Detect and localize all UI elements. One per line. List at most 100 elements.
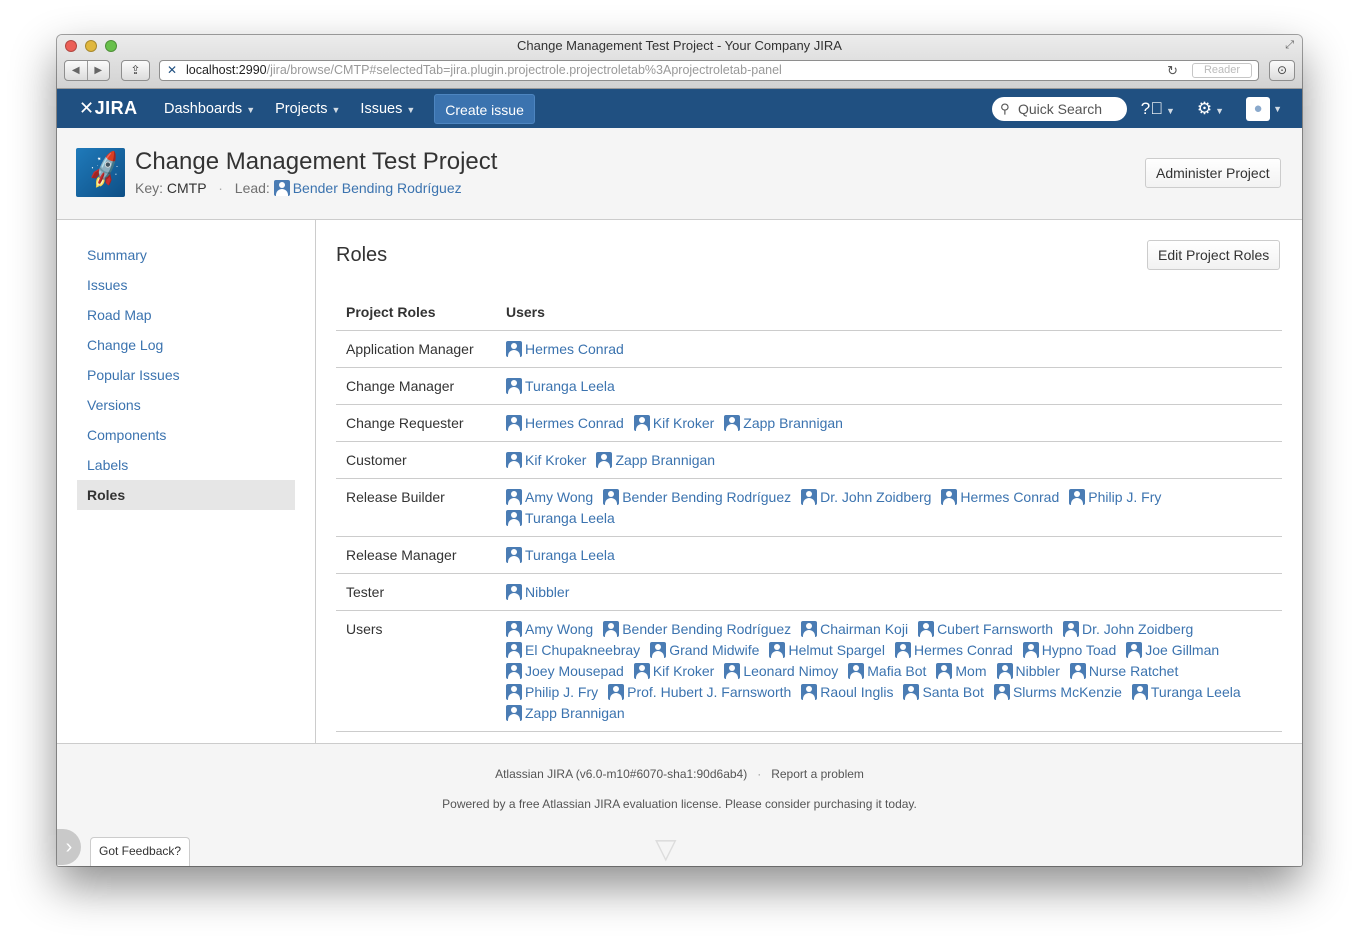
user-link[interactable]: Bender Bending Rodríguez	[603, 487, 791, 508]
user-icon	[848, 662, 865, 679]
user-link[interactable]: El Chupakneebray	[506, 640, 640, 661]
help-menu[interactable]: ?⃝ ▼	[1141, 99, 1175, 119]
user-icon	[1069, 488, 1086, 505]
jira-logo[interactable]: ✕JIRA	[79, 98, 138, 119]
user-icon	[1063, 620, 1079, 637]
share-icon[interactable]: ⇪	[121, 60, 150, 81]
user-link[interactable]: Hermes Conrad	[506, 413, 624, 434]
user-link[interactable]: Nurse Ratchet	[1069, 661, 1178, 682]
forward-icon[interactable]: ▶	[86, 61, 110, 80]
role-name: Users	[336, 610, 496, 732]
user-link[interactable]: Amy Wong	[506, 487, 593, 508]
user-link[interactable]: Dr. John Zoidberg	[1063, 619, 1193, 640]
nav-projects[interactable]: Projects ▼	[265, 101, 350, 117]
user-menu[interactable]: ● ▼	[1246, 96, 1282, 121]
user-link[interactable]: Bender Bending Rodríguez	[603, 619, 791, 640]
reader-button[interactable]: Reader	[1192, 63, 1252, 78]
project-lead-link[interactable]: Bender Bending Rodríguez	[273, 180, 462, 196]
user-link[interactable]: Kif Kroker	[633, 661, 714, 682]
help-icon: ?⃝	[1140, 98, 1163, 118]
quick-search-input[interactable]: ⚲ Quick Search	[992, 97, 1127, 121]
footer-version[interactable]: Atlassian JIRA (v6.0-m10#6070-sha1:90d6a…	[495, 767, 747, 781]
user-link[interactable]: Hypno Toad	[1022, 640, 1116, 661]
user-link[interactable]: Prof. Hubert J. Farnsworth	[608, 682, 791, 703]
user-link[interactable]: Raoul Inglis	[801, 682, 893, 703]
user-link[interactable]: Nibbler	[506, 582, 569, 603]
user-link[interactable]: Zapp Brannigan	[724, 413, 843, 434]
user-link[interactable]: Joe Gillman	[1126, 640, 1219, 661]
sidebar-item-road-map[interactable]: Road Map	[77, 300, 295, 330]
user-link[interactable]: Nibbler	[996, 661, 1060, 682]
back-icon[interactable]: ◀	[65, 61, 87, 80]
user-link[interactable]: Santa Bot	[903, 682, 984, 703]
user-icon	[894, 641, 911, 658]
user-icon	[993, 683, 1010, 700]
sidebar-item-issues[interactable]: Issues	[77, 270, 295, 300]
user-link[interactable]: Turanga Leela	[506, 545, 615, 566]
nav-dashboards[interactable]: Dashboards ▼	[154, 101, 265, 117]
address-bar[interactable]: ✕ localhost:2990/jira/browse/CMTP#selecte…	[159, 60, 1259, 81]
reload-icon[interactable]: ↻	[1167, 61, 1178, 80]
user-name: Nibbler	[1015, 662, 1060, 679]
sidebar-item-versions[interactable]: Versions	[77, 390, 295, 420]
project-avatar[interactable]: 🚀	[76, 148, 125, 197]
user-name: Dr. John Zoidberg	[820, 488, 932, 505]
user-link[interactable]: Grand Midwife	[650, 640, 759, 661]
user-link[interactable]: Hermes Conrad	[941, 487, 1059, 508]
footer-license[interactable]: Powered by a free Atlassian JIRA evaluat…	[57, 797, 1302, 811]
sidebar-item-labels[interactable]: Labels	[77, 450, 295, 480]
user-link[interactable]: Slurms McKenzie	[993, 682, 1122, 703]
user-link[interactable]: Turanga Leela	[1131, 682, 1241, 703]
user-name: Turanga Leela	[525, 546, 615, 563]
sidebar-item-roles[interactable]: Roles	[77, 480, 295, 510]
atlassian-logo-icon[interactable]: ▽	[655, 832, 677, 865]
user-link[interactable]: Leonard Nimoy	[724, 661, 838, 682]
table-header-row: Project Roles Users	[336, 294, 1282, 331]
fullscreen-icon[interactable]: ⤢	[1285, 39, 1294, 52]
create-issue-button[interactable]: Create issue	[434, 93, 535, 124]
user-link[interactable]: Zapp Brannigan	[506, 703, 625, 724]
user-link[interactable]: Turanga Leela	[506, 508, 615, 529]
report-problem-link[interactable]: Report a problem	[771, 767, 864, 781]
sidebar-item-summary[interactable]: Summary	[77, 240, 295, 270]
user-link[interactable]: Dr. John Zoidberg	[801, 487, 931, 508]
user-name: Amy Wong	[525, 620, 594, 637]
user-link[interactable]: Helmut Spargel	[769, 640, 885, 661]
nav-issues-label: Issues	[360, 100, 403, 117]
user-icon	[506, 340, 522, 357]
user-link[interactable]: Philip J. Fry	[1069, 487, 1161, 508]
user-name: Turanga Leela	[525, 509, 615, 526]
admin-menu[interactable]: ⚙ ▼	[1197, 99, 1224, 119]
user-link[interactable]: Turanga Leela	[506, 376, 615, 397]
user-link[interactable]: Cubert Farnsworth	[918, 619, 1053, 640]
sidebar-item-change-log[interactable]: Change Log	[77, 330, 295, 360]
sidebar-nav: Summary Issues Road Map Change Log Popular I…	[77, 240, 295, 510]
sidebar-item-popular-issues[interactable]: Popular Issues	[77, 360, 295, 390]
user-link[interactable]: Philip J. Fry	[506, 682, 598, 703]
user-link[interactable]: Mom	[936, 661, 987, 682]
sidebar-item-components[interactable]: Components	[77, 420, 295, 450]
user-link[interactable]: Joey Mousepad	[506, 661, 624, 682]
chevron-down-icon: ▼	[1215, 105, 1225, 116]
got-feedback-button[interactable]: Got Feedback?	[90, 837, 191, 866]
user-link[interactable]: Kif Kroker	[506, 450, 586, 471]
role-users: Turanga Leela	[496, 367, 1282, 405]
user-link[interactable]: Chairman Koji	[801, 619, 908, 640]
user-icon	[506, 377, 522, 394]
user-link[interactable]: Hermes Conrad	[894, 640, 1013, 661]
user-icon	[506, 641, 522, 658]
user-link[interactable]: Amy Wong	[506, 619, 593, 640]
user-name: Mafia Bot	[867, 662, 927, 679]
downloads-icon[interactable]: ⊙	[1269, 60, 1295, 81]
user-link[interactable]: Mafia Bot	[848, 661, 926, 682]
user-link[interactable]: Hermes Conrad	[506, 339, 624, 360]
nav-issues[interactable]: Issues ▼	[350, 101, 425, 117]
edit-project-roles-button[interactable]: Edit Project Roles	[1147, 240, 1281, 270]
user-link[interactable]: Zapp Brannigan	[596, 450, 715, 471]
project-title[interactable]: Change Management Test Project	[135, 148, 497, 176]
user-link[interactable]: Kif Kroker	[633, 413, 714, 434]
administer-project-button[interactable]: Administer Project	[1145, 158, 1281, 188]
user-icon	[1131, 683, 1148, 700]
meta-separator: ·	[218, 180, 223, 196]
user-icon	[801, 488, 818, 505]
